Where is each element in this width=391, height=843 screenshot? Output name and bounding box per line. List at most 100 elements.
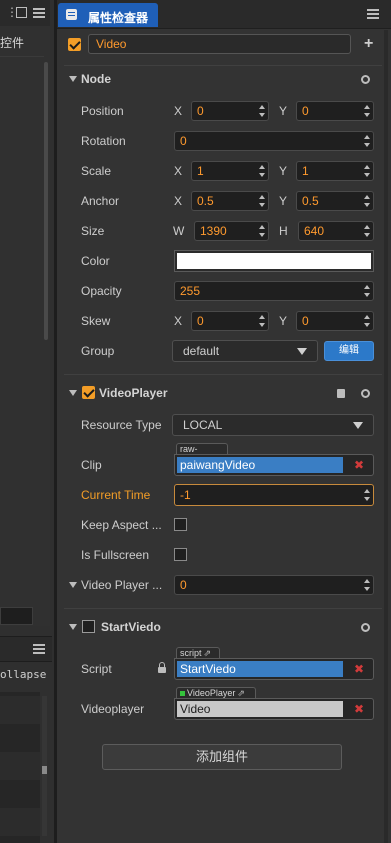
collapse-arrow-icon[interactable] bbox=[69, 624, 77, 630]
position-label: Position bbox=[81, 104, 124, 118]
collapse-arrow-icon[interactable] bbox=[69, 582, 77, 588]
divider bbox=[64, 374, 382, 375]
anchor-x-input[interactable]: 0.5 bbox=[191, 191, 269, 211]
divider bbox=[64, 65, 382, 66]
add-component-button[interactable]: 添加组件 bbox=[102, 744, 342, 770]
clear-icon[interactable]: ✖ bbox=[354, 702, 364, 716]
rotation-input[interactable]: 0 bbox=[174, 131, 374, 151]
left-console-list bbox=[0, 692, 40, 843]
group-select[interactable]: default bbox=[172, 340, 318, 362]
inspector-scrollbar[interactable] bbox=[384, 30, 388, 843]
keep-aspect-label: Keep Aspect ... bbox=[81, 518, 162, 532]
axis-label: Y bbox=[279, 314, 288, 328]
video-player-event-label: Video Player ... bbox=[81, 578, 163, 592]
resource-type-label: Resource Type bbox=[81, 418, 162, 432]
clear-icon[interactable]: ✖ bbox=[354, 458, 364, 472]
axis-label: Y bbox=[279, 164, 288, 178]
lock-icon-shackle bbox=[159, 662, 165, 668]
position-y-input[interactable]: 0 bbox=[296, 101, 374, 121]
left-console-header bbox=[0, 636, 52, 662]
axis-label: X bbox=[174, 104, 183, 118]
videoplayer-ref-value: Video bbox=[177, 701, 343, 717]
clear-icon[interactable]: ✖ bbox=[354, 662, 364, 676]
inspector-tab-label: 属性检查器 bbox=[88, 11, 149, 25]
list-item bbox=[0, 752, 40, 780]
collapse-toggle[interactable]: ollapse bbox=[0, 668, 46, 681]
current-time-label: Current Time bbox=[81, 488, 151, 502]
axis-label: X bbox=[174, 194, 183, 208]
edit-group-button[interactable]: 编辑 bbox=[324, 341, 374, 361]
inspector-icon bbox=[66, 9, 77, 20]
scale-label: Scale bbox=[81, 164, 112, 178]
section-title-startviedo: StartViedo bbox=[101, 620, 161, 634]
divider bbox=[64, 608, 382, 609]
collapse-arrow-icon[interactable] bbox=[69, 76, 77, 82]
videoplayer-enabled-checkbox[interactable] bbox=[82, 386, 95, 399]
node-name-value: Video bbox=[96, 37, 127, 51]
color-label: Color bbox=[81, 254, 110, 268]
anchor-label: Anchor bbox=[81, 194, 120, 208]
axis-label: X bbox=[174, 314, 183, 328]
skew-y-input[interactable]: 0 bbox=[296, 311, 374, 331]
startviedo-enabled-checkbox[interactable] bbox=[82, 620, 95, 633]
gear-icon[interactable] bbox=[361, 623, 370, 632]
videoplayer-ref-field[interactable]: Video ✖ bbox=[174, 698, 374, 720]
script-asset-field[interactable]: StartViedo ✖ bbox=[174, 658, 374, 680]
axis-label: Y bbox=[279, 194, 288, 208]
gear-icon[interactable] bbox=[361, 75, 370, 84]
size-h-input[interactable]: 640 bbox=[298, 221, 374, 241]
book-icon[interactable] bbox=[337, 389, 345, 398]
opacity-input[interactable]: 255 bbox=[174, 281, 374, 301]
list-item bbox=[0, 808, 40, 836]
axis-label: X bbox=[174, 164, 183, 178]
opacity-label: Opacity bbox=[81, 284, 122, 298]
resource-type-select[interactable]: LOCAL bbox=[172, 414, 374, 436]
clip-asset-field[interactable]: paiwangVideo ✖ bbox=[174, 454, 374, 476]
window-icon[interactable] bbox=[16, 7, 27, 18]
rotation-label: Rotation bbox=[81, 134, 126, 148]
script-asset-value: StartViedo bbox=[177, 661, 343, 677]
script-label: Script bbox=[81, 662, 112, 676]
left-panel-content bbox=[0, 26, 50, 626]
node-active-checkbox[interactable] bbox=[68, 38, 81, 51]
left-search-input[interactable] bbox=[0, 607, 33, 625]
gear-icon[interactable] bbox=[361, 389, 370, 398]
videoplayer-label: Videoplayer bbox=[81, 702, 145, 716]
menu-icon[interactable] bbox=[33, 644, 45, 654]
skew-x-input[interactable]: 0 bbox=[191, 311, 269, 331]
axis-label: W bbox=[173, 224, 185, 238]
clip-label: Clip bbox=[81, 458, 102, 472]
keep-aspect-checkbox[interactable] bbox=[174, 518, 187, 531]
collapse-arrow-icon[interactable] bbox=[69, 390, 77, 396]
size-w-input[interactable]: 1390 bbox=[194, 221, 269, 241]
group-label: Group bbox=[81, 344, 115, 358]
left-scrollbar[interactable] bbox=[44, 62, 48, 340]
scale-y-input[interactable]: 1 bbox=[296, 161, 374, 181]
chevron-down-icon bbox=[353, 422, 363, 429]
link-icon: ⇗ bbox=[237, 688, 245, 698]
axis-label: H bbox=[279, 224, 288, 238]
clip-asset-value: paiwangVideo bbox=[177, 457, 343, 473]
color-picker[interactable] bbox=[174, 250, 374, 272]
anchor-y-input[interactable]: 0.5 bbox=[296, 191, 374, 211]
add-icon[interactable]: + bbox=[364, 35, 373, 53]
is-fullscreen-checkbox[interactable] bbox=[174, 548, 187, 561]
list-item bbox=[0, 696, 40, 724]
current-time-input[interactable]: -1 bbox=[174, 484, 374, 506]
node-name-field[interactable]: Video bbox=[88, 34, 351, 54]
divider bbox=[0, 56, 44, 57]
is-fullscreen-label: Is Fullscreen bbox=[81, 548, 150, 562]
video-player-event-input[interactable]: 0 bbox=[174, 575, 374, 595]
menu-icon[interactable] bbox=[33, 8, 45, 18]
link-icon: ⇗ bbox=[203, 648, 212, 658]
left-panel-header: ⋮ bbox=[0, 0, 50, 27]
menu-icon[interactable] bbox=[367, 9, 379, 19]
scale-x-input[interactable]: 1 bbox=[191, 161, 269, 181]
section-title-node: Node bbox=[81, 72, 111, 86]
position-x-input[interactable]: 0 bbox=[191, 101, 269, 121]
left-tab-label[interactable]: 控件 bbox=[0, 34, 24, 51]
skew-label: Skew bbox=[81, 314, 111, 328]
component-icon bbox=[180, 691, 185, 696]
left-console-scrollbar[interactable] bbox=[42, 696, 47, 836]
section-title-videoplayer: VideoPlayer bbox=[99, 386, 168, 400]
